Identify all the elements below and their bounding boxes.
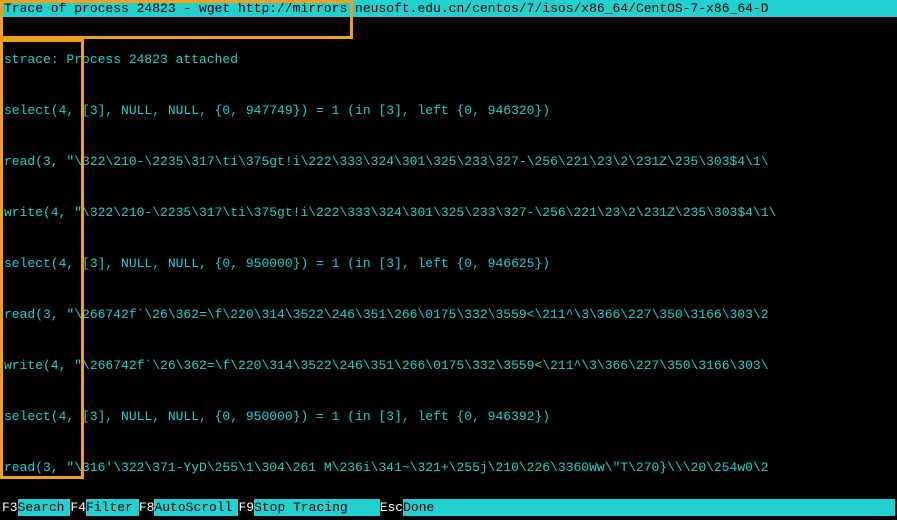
trace-line: read(3, "\322\210-\2235\317\ti\375gt!i\2…	[4, 153, 893, 170]
search-button[interactable]: Search	[18, 499, 71, 516]
strace-window: Trace of process 24823 - wget http://mir…	[0, 0, 897, 520]
f4-key: F4	[70, 499, 86, 516]
trace-line: write(4, "\322\210-\2235\317\ti\375gt!i\…	[4, 204, 893, 221]
trace-content[interactable]: strace: Process 24823 attached select(4,…	[0, 17, 897, 481]
trace-line: read(3, "\266742f`\26\362=\f\220\314\352…	[4, 306, 893, 323]
f8-key: F8	[139, 499, 155, 516]
trace-line: select(4, [3], NULL, NULL, {0, 950000}) …	[4, 408, 893, 425]
done-button[interactable]: Done	[403, 499, 440, 516]
esc-key: Esc	[380, 499, 403, 516]
title-bar: Trace of process 24823 - wget http://mir…	[0, 0, 897, 17]
trace-line: write(4, "\266742f`\26\362=\f\220\314\35…	[4, 357, 893, 374]
footer-fill	[440, 499, 895, 516]
trace-line: select(4, [3], NULL, NULL, {0, 950000}) …	[4, 255, 893, 272]
filter-button[interactable]: Filter	[86, 499, 139, 516]
autoscroll-button[interactable]: AutoScroll	[154, 499, 238, 516]
footer-bar: F3Search F4Filter F8AutoScroll F9Stop Tr…	[0, 499, 897, 516]
window-title: Trace of process 24823 - wget http://mir…	[4, 1, 769, 16]
stop-tracing-button[interactable]: Stop Tracing	[254, 499, 354, 516]
trace-line: select(4, [3], NULL, NULL, {0, 947749}) …	[4, 102, 893, 119]
f9-key: F9	[238, 499, 254, 516]
trace-line: read(3, "\316'\322\371-YyD\255\1\304\261…	[4, 459, 893, 476]
f3-key: F3	[2, 499, 18, 516]
attached-line: strace: Process 24823 attached	[4, 51, 893, 68]
